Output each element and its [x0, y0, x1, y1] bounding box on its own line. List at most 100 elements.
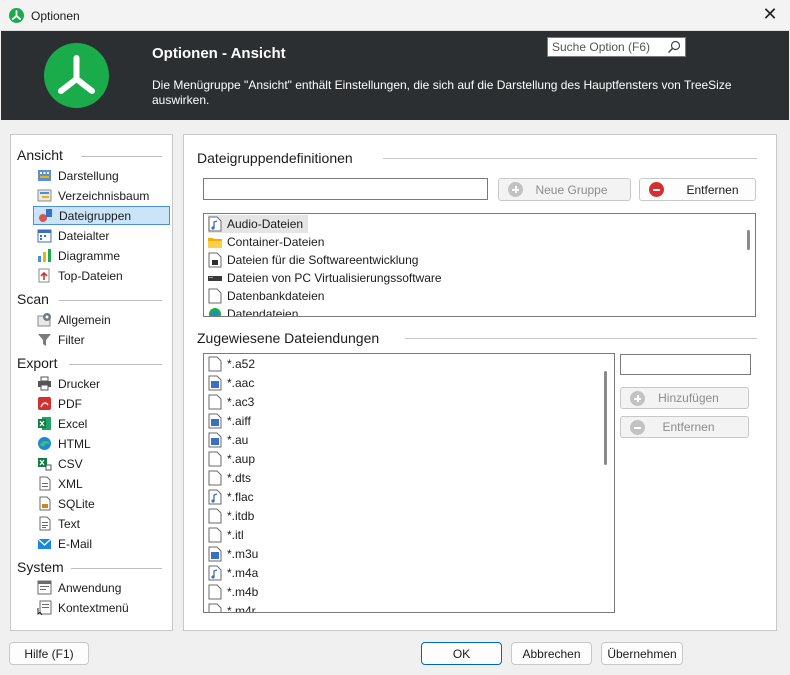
new-group-button[interactable]: Neue Gruppe [498, 178, 631, 201]
ok-button[interactable]: OK [421, 642, 502, 665]
nav-item-excel[interactable]: Excel [33, 414, 170, 433]
file-group-definitions-title: Dateigruppendefinitionen [197, 150, 353, 166]
nav-item-label: Dateialter [58, 228, 110, 243]
extension-item[interactable]: *.m4b [208, 583, 258, 601]
list-item-label: Datendateien [227, 307, 299, 317]
media-file-icon [208, 375, 222, 391]
tree-list-icon [37, 189, 52, 202]
close-icon[interactable]: ✕ [750, 0, 790, 31]
search-placeholder: Suche Option (F6) [552, 40, 651, 54]
extension-list-scrollbar[interactable] [604, 371, 607, 465]
list-item-datendateien[interactable]: Datendateien [208, 305, 299, 317]
help-button[interactable]: Hilfe (F1) [9, 642, 89, 665]
extension-item[interactable]: *.itdb [208, 507, 254, 525]
group-divider [383, 158, 757, 159]
search-input[interactable]: Suche Option (F6) [547, 37, 686, 57]
list-item-datenbankdateien[interactable]: Datenbankdateien [208, 287, 324, 305]
nav-item-xml[interactable]: XML [33, 474, 170, 493]
top-files-icon [38, 268, 50, 283]
extension-label: *.m3u [227, 547, 259, 561]
nav-item-filter[interactable]: Filter [33, 330, 170, 349]
group-name-input[interactable] [203, 178, 488, 200]
nav-item-e-mail[interactable]: E-Mail [33, 534, 170, 553]
list-item-softwareentwicklung[interactable]: Dateien für die Softwareentwicklung [208, 251, 418, 269]
nav-item-label: Anwendung [58, 580, 122, 595]
nav-item-sqlite[interactable]: SQLite [33, 494, 170, 513]
nav-item-verzeichnisbaum[interactable]: Verzeichnisbaum [33, 186, 170, 205]
extension-item[interactable]: *.aiff [208, 412, 251, 430]
remove-group-button[interactable]: Entfernen [639, 178, 756, 201]
nav-item-dateigruppen[interactable]: Dateigruppen [33, 206, 170, 225]
nav-item-pdf[interactable]: PDF [33, 394, 170, 413]
nav-item-diagramme[interactable]: Diagramme [33, 246, 170, 265]
nav-item-label: PDF [58, 396, 82, 411]
nav-item-label: HTML [58, 436, 91, 451]
search-icon[interactable] [667, 40, 681, 54]
extension-input[interactable] [620, 354, 751, 375]
list-item-container-dateien[interactable]: Container-Dateien [208, 233, 324, 251]
nav-item-html[interactable]: HTML [33, 434, 170, 453]
options-content: Dateigruppendefinitionen Neue Gruppe Ent… [183, 134, 777, 631]
extension-item[interactable]: *.a52 [208, 355, 255, 373]
list-item-audio-dateien[interactable]: Audio-Dateien [208, 215, 308, 233]
cancel-button[interactable]: Abbrechen [511, 642, 592, 665]
section-system: System [17, 559, 64, 575]
data-file-icon [209, 308, 221, 316]
apply-button[interactable]: Übernehmen [601, 642, 683, 665]
nav-item-label: Text [58, 516, 81, 531]
sqlite-file-icon [39, 496, 51, 511]
group-list-scrollbar[interactable] [747, 230, 750, 250]
audio-file-icon [208, 489, 222, 505]
context-menu-icon [37, 600, 52, 615]
nav-item-top-dateien[interactable]: Top-Dateien [33, 266, 170, 285]
blank-file-icon [208, 394, 222, 410]
text-file-icon [39, 516, 51, 531]
nav-item-text[interactable]: Text [33, 514, 170, 533]
treesize-logo [44, 43, 109, 108]
extension-label: *.m4a [227, 566, 259, 580]
extension-item[interactable]: *.au [208, 431, 248, 449]
nav-item-label: XML [58, 476, 83, 491]
add-extension-button[interactable]: Hinzufügen [620, 387, 749, 409]
extension-item[interactable]: *.ac3 [208, 393, 254, 411]
list-item-virtualisierung[interactable]: Dateien von PC Virtualisierungssoftware [208, 269, 442, 287]
extension-item[interactable]: *.m3u [208, 545, 258, 563]
options-header: Optionen - Ansicht Die Menügruppe "Ansic… [1, 31, 789, 120]
gear-settings-icon [37, 313, 51, 327]
nav-item-drucker[interactable]: Drucker [33, 374, 170, 393]
nav-item-label: Dateigruppen [59, 208, 132, 223]
remove-group-label: Entfernen [686, 182, 739, 197]
extension-item[interactable]: *.m4r [208, 602, 256, 613]
extension-item[interactable]: *.flac [208, 488, 254, 506]
filter-funnel-icon [38, 334, 51, 346]
extension-label: *.a52 [227, 357, 256, 371]
remove-extension-button[interactable]: Entfernen [620, 416, 749, 438]
nav-item-label: Filter [58, 332, 85, 347]
nav-item-allgemein[interactable]: Allgemein [33, 310, 170, 329]
nav-item-dateialter[interactable]: Dateialter [33, 226, 170, 245]
assigned-extensions-title: Zugewiesene Dateiendungen [197, 330, 380, 346]
window-titlebar: Optionen ✕ [0, 0, 790, 31]
extension-item[interactable]: *.dts [208, 469, 251, 487]
extension-item[interactable]: *.itl [208, 526, 244, 544]
nav-item-label: CSV [58, 456, 83, 471]
edge-browser-icon [38, 437, 51, 450]
group-divider [405, 338, 757, 339]
nav-item-kontextmenue[interactable]: Kontextmenü [33, 598, 170, 617]
extension-label: *.flac [227, 490, 254, 504]
extension-list[interactable]: *.a52 *.aac *.ac3 *.aiff *.au *.aup *.dt… [203, 353, 615, 613]
nav-item-csv[interactable]: CSV [33, 454, 170, 473]
extension-label: *.aup [227, 452, 256, 466]
virtual-disk-icon [208, 276, 222, 281]
extension-item[interactable]: *.aac [208, 374, 254, 392]
audio-file-icon [208, 565, 222, 581]
nav-item-label: SQLite [58, 496, 95, 511]
excel-icon [38, 417, 51, 430]
extension-label: *.m4r [227, 604, 256, 613]
extension-item[interactable]: *.aup [208, 450, 255, 468]
nav-item-anwendung[interactable]: Anwendung [33, 578, 170, 597]
nav-item-darstellung[interactable]: Darstellung [33, 166, 170, 185]
window-title: Optionen [31, 9, 80, 23]
extension-item[interactable]: *.m4a [208, 564, 258, 582]
file-group-list[interactable]: Audio-Dateien Container-Dateien Dateien … [203, 213, 756, 317]
